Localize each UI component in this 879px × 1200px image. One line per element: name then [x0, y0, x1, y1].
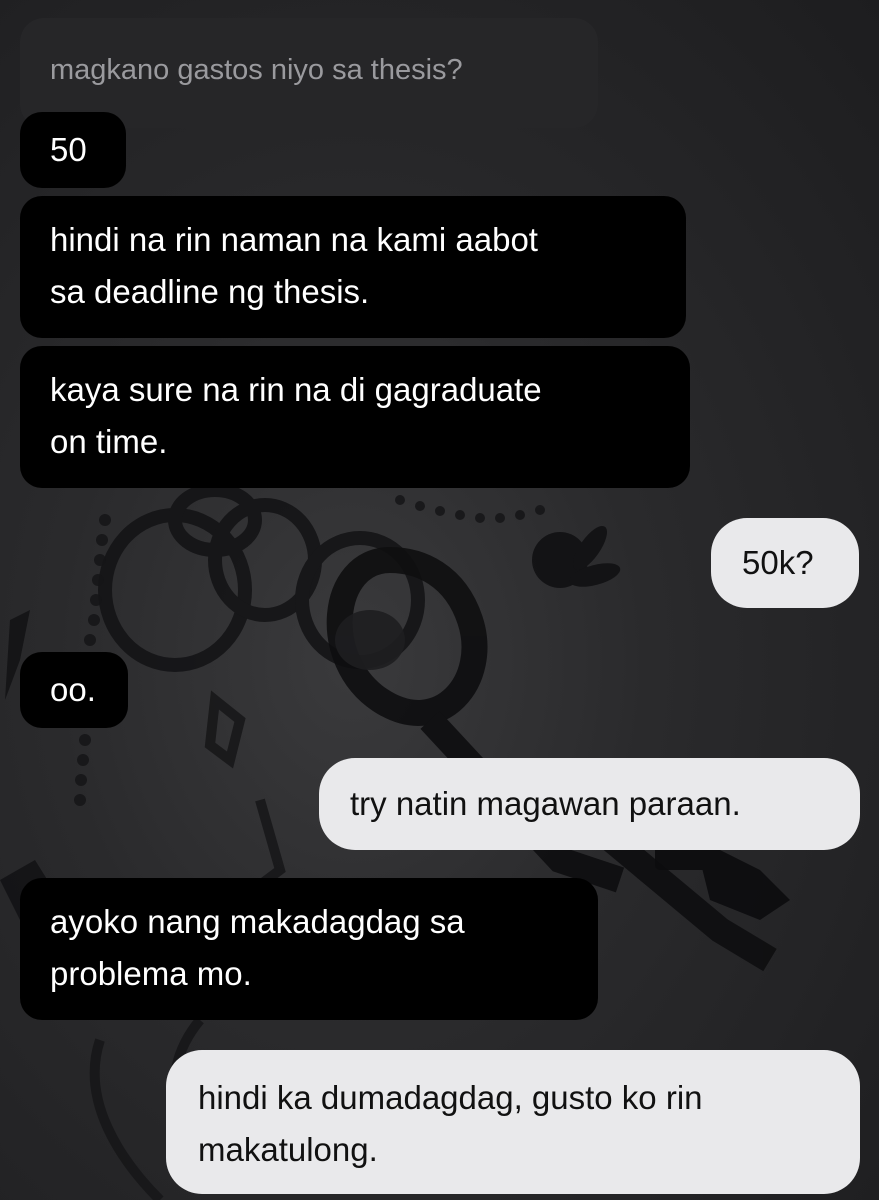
reply-preview-text: magkano gastos niyo sa thesis?	[50, 54, 463, 86]
message-text: hindi ka dumadagdag, gusto ko rin	[198, 1079, 703, 1116]
message-text: problema mo.	[50, 955, 252, 992]
incoming-message-bubble[interactable]: ayoko nang makadagdag sa problema mo.	[20, 878, 598, 1020]
outgoing-message-bubble[interactable]: hindi ka dumadagdag, gusto ko rin makatu…	[166, 1050, 860, 1194]
incoming-message-bubble[interactable]: kaya sure na rin na di gagraduate on tim…	[20, 346, 690, 488]
outgoing-message-bubble[interactable]: 50k?	[711, 518, 859, 608]
message-text: sa deadline ng thesis.	[50, 273, 370, 310]
incoming-message-bubble[interactable]: hindi na rin naman na kami aabot sa dead…	[20, 196, 686, 338]
message-text: 50k?	[742, 544, 814, 581]
message-text: ayoko nang makadagdag sa	[50, 903, 465, 940]
message-text: try natin magawan paraan.	[350, 785, 741, 822]
message-text: kaya sure na rin na di gagraduate	[50, 371, 542, 408]
message-text: 50	[50, 131, 87, 168]
message-text: oo.	[50, 671, 96, 708]
message-text: on time.	[50, 423, 168, 460]
incoming-message-bubble[interactable]: 50	[20, 112, 126, 188]
message-thread: magkano gastos niyo sa thesis? 50 hindi …	[0, 0, 879, 1200]
outgoing-message-bubble[interactable]: try natin magawan paraan.	[319, 758, 860, 850]
incoming-message-bubble[interactable]: oo.	[20, 652, 128, 728]
message-text: makatulong.	[198, 1131, 378, 1168]
message-text: hindi na rin naman na kami aabot	[50, 221, 538, 258]
